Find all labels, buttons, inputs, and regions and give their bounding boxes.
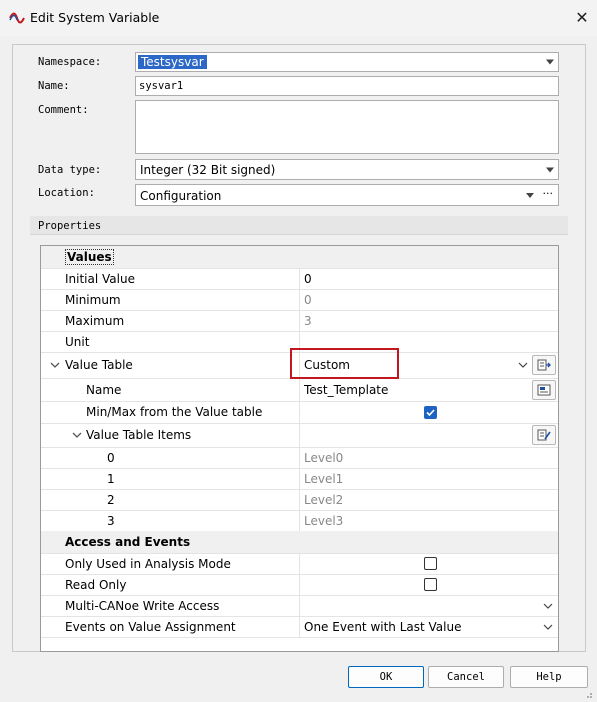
value-table-edit-button[interactable] <box>532 355 556 375</box>
section-values-label: Values <box>65 249 114 265</box>
table-arrow-icon <box>537 359 551 371</box>
location-value: Configuration <box>140 189 222 203</box>
prop-row-multi-canoe[interactable]: Multi-CANoe Write Access <box>41 595 558 617</box>
section-values: Values <box>41 246 558 269</box>
prop-name: Events on Value Assignment <box>65 619 236 634</box>
prop-row-analysis-mode[interactable]: Only Used in Analysis Mode <box>41 553 558 575</box>
prop-value: 3 <box>299 310 558 331</box>
prop-name: Only Used in Analysis Mode <box>65 556 231 571</box>
item-key: 3 <box>107 513 115 528</box>
chevron-down-icon <box>546 59 554 65</box>
prop-name: Read Only <box>65 577 127 592</box>
data-type-value: Integer (32 Bit signed) <box>140 163 276 177</box>
prop-row-events[interactable]: Events on Value Assignment One Event wit… <box>41 616 558 638</box>
prop-row-read-only[interactable]: Read Only <box>41 574 558 596</box>
comment-label: Comment: <box>38 104 89 116</box>
data-type-combo[interactable]: Integer (32 Bit signed) <box>135 159 559 180</box>
location-browse-button[interactable]: ··· <box>543 187 554 200</box>
location-combo[interactable]: Configuration ··· <box>135 184 559 206</box>
namespace-label: Namespace: <box>38 56 102 68</box>
prop-name: Maximum <box>65 313 125 328</box>
checkmark-icon <box>426 409 435 417</box>
name-label: Name: <box>38 80 70 92</box>
prop-row-vt-items[interactable]: Value Table Items <box>41 423 558 448</box>
prop-name: Value Table Items <box>86 428 192 442</box>
resize-grip[interactable] <box>583 688 593 698</box>
prop-name: Value Table <box>65 358 133 372</box>
table-row[interactable]: 2 Level2 <box>41 489 558 511</box>
item-value: Level2 <box>299 489 558 510</box>
chevron-down-icon[interactable] <box>518 361 528 369</box>
highlight-box <box>290 348 399 379</box>
value-table-items-button[interactable] <box>532 425 556 445</box>
prop-row-vt-name[interactable]: Name Test_Template <box>41 378 558 402</box>
read-only-checkbox[interactable] <box>424 578 437 591</box>
chevron-down-icon[interactable] <box>543 623 553 631</box>
prop-value[interactable]: 0 <box>299 268 558 289</box>
chevron-down-icon[interactable] <box>526 193 534 198</box>
prop-row-minimum[interactable]: Minimum 0 <box>41 289 558 311</box>
prop-name: Minimum <box>65 292 121 307</box>
table-row[interactable]: 3 Level3 <box>41 510 558 532</box>
table-row[interactable]: 0 Level0 <box>41 447 558 469</box>
properties-header <box>30 216 568 235</box>
prop-name: Unit <box>65 334 90 349</box>
prop-name: Min/Max from the Value table <box>86 405 263 419</box>
close-button[interactable]: ✕ <box>570 6 594 30</box>
window-title: Edit System Variable <box>30 10 160 25</box>
edit-table-icon <box>537 429 551 441</box>
minmax-checkbox[interactable] <box>424 406 437 419</box>
prop-row-initial-value[interactable]: Initial Value 0 <box>41 268 558 290</box>
multi-canoe-combo[interactable] <box>299 595 558 616</box>
value-table-name-button[interactable] <box>532 380 556 400</box>
app-icon <box>9 11 25 25</box>
prop-value: One Event with Last Value <box>304 619 462 634</box>
table-row[interactable]: 1 Level1 <box>41 468 558 490</box>
prop-name: Multi-CANoe Write Access <box>65 598 220 613</box>
property-grid: Values Initial Value 0 Minimum 0 Maximum… <box>40 245 559 652</box>
events-combo[interactable]: One Event with Last Value <box>299 616 558 637</box>
section-access-label: Access and Events <box>65 535 191 549</box>
chevron-down-icon <box>546 167 554 172</box>
section-access-events: Access and Events <box>41 531 558 554</box>
namespace-value: Testsysvar <box>138 55 207 69</box>
comment-field[interactable] <box>135 100 559 154</box>
help-button[interactable]: Help <box>510 666 588 688</box>
namespace-combo[interactable]: Testsysvar <box>135 52 559 72</box>
prop-row-maximum[interactable]: Maximum 3 <box>41 310 558 332</box>
cancel-button[interactable]: Cancel <box>428 666 504 688</box>
ok-button[interactable]: OK <box>348 666 424 688</box>
analysis-mode-checkbox[interactable] <box>424 557 437 570</box>
item-value: Level1 <box>299 468 558 489</box>
prop-name: Initial Value <box>65 271 135 286</box>
item-value: Level0 <box>299 447 558 468</box>
item-value: Level3 <box>299 510 558 531</box>
item-key: 0 <box>107 450 115 465</box>
chevron-down-icon[interactable] <box>543 602 553 610</box>
item-key: 2 <box>107 492 115 507</box>
location-label: Location: <box>38 187 95 199</box>
chevron-expanded-icon[interactable] <box>72 430 82 440</box>
data-type-label: Data type: <box>38 164 102 176</box>
save-table-icon <box>537 384 551 396</box>
prop-value: 0 <box>299 289 558 310</box>
properties-label: Properties <box>38 220 102 232</box>
name-field[interactable]: sysvar1 <box>135 76 559 96</box>
chevron-expanded-icon[interactable] <box>50 360 60 370</box>
prop-row-vt-minmax[interactable]: Min/Max from the Value table <box>41 401 558 424</box>
item-key: 1 <box>107 471 115 486</box>
prop-value[interactable]: Test_Template <box>299 378 558 401</box>
prop-name: Name <box>86 382 122 397</box>
